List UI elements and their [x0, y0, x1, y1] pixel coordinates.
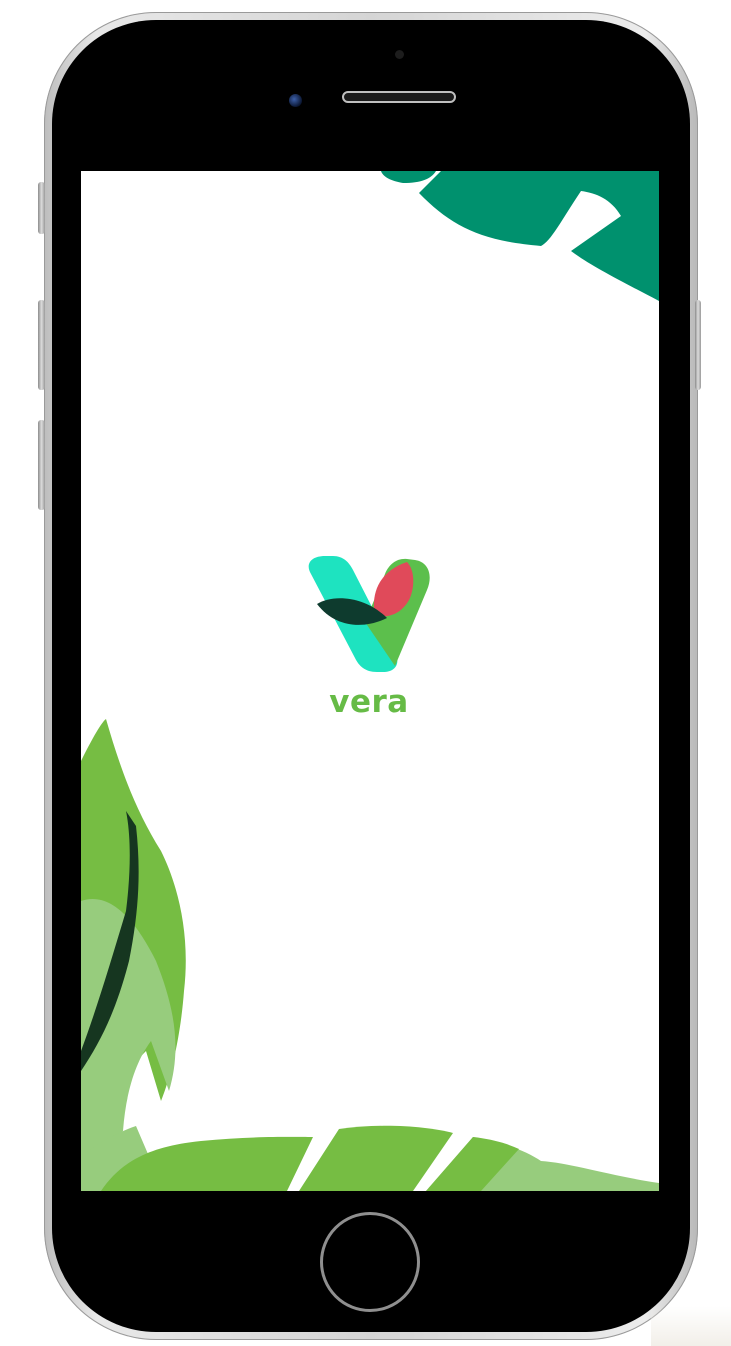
- brand-name: vera: [329, 684, 409, 720]
- home-button[interactable]: [320, 1212, 420, 1312]
- vera-logo-icon: [308, 556, 430, 672]
- splash-screen: vera: [81, 171, 659, 1191]
- tropical-leaf-bottom-icon: [101, 1125, 659, 1191]
- earpiece-speaker: [342, 91, 456, 103]
- tropical-leaf-bottom-left-icon: [81, 719, 186, 1191]
- leaf-decoration: [81, 171, 659, 1191]
- device-mockup: vera: [0, 0, 731, 1346]
- volume-down-button: [38, 420, 45, 510]
- background-shadow: [651, 1306, 731, 1346]
- proximity-sensor: [395, 50, 404, 59]
- front-camera-icon: [289, 94, 302, 107]
- power-button: [695, 300, 701, 390]
- tropical-leaf-top-right-icon: [381, 171, 659, 301]
- silent-switch: [38, 182, 45, 234]
- volume-up-button: [38, 300, 45, 390]
